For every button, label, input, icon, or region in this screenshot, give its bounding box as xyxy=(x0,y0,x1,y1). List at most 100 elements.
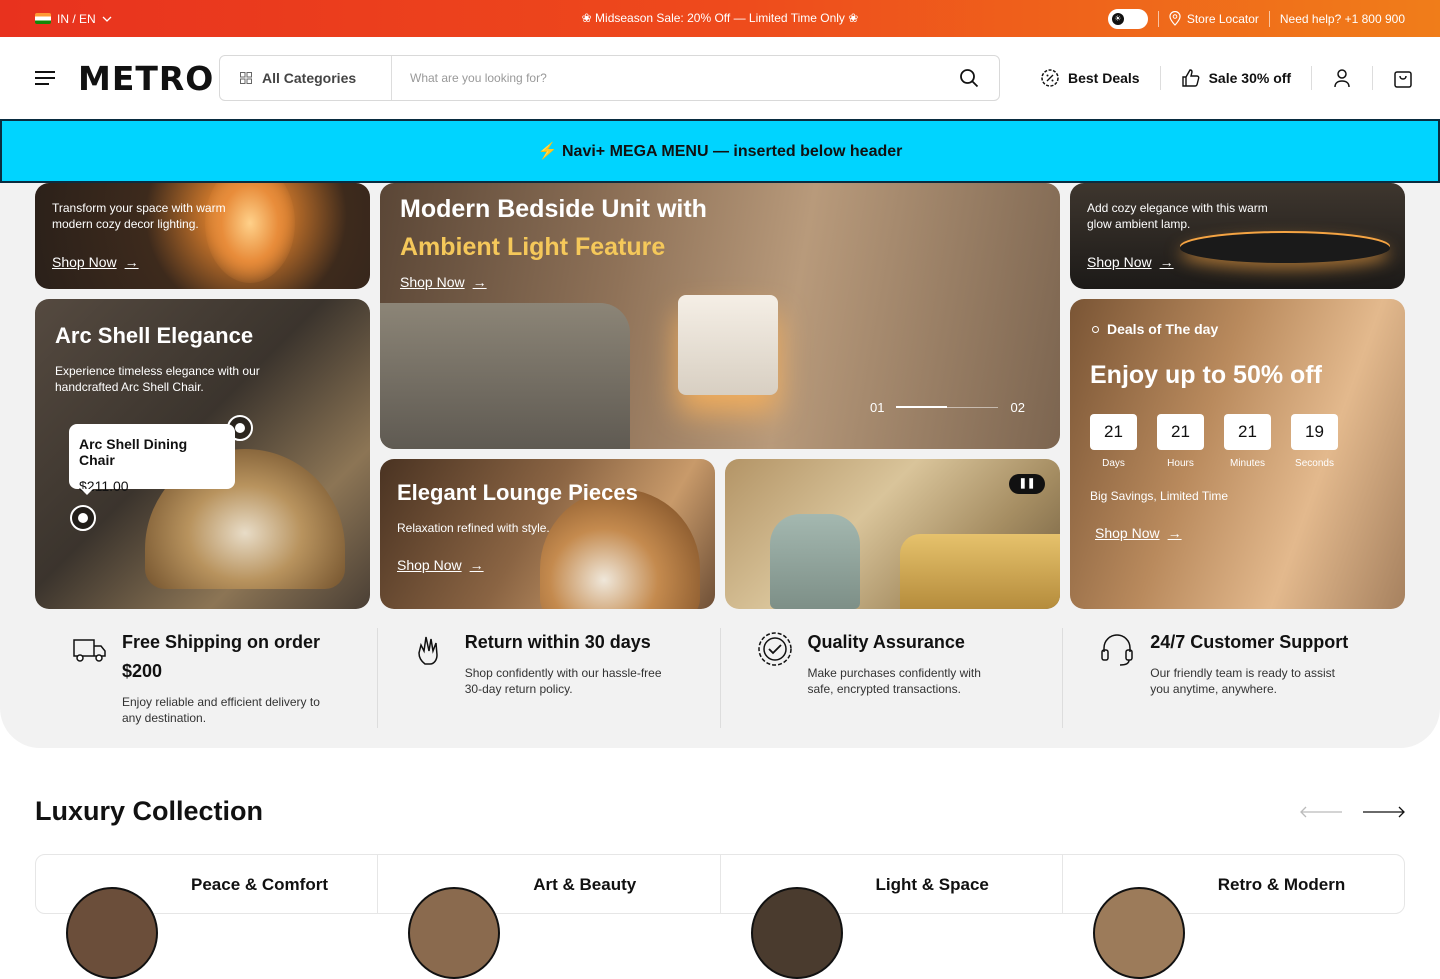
badge-percent-icon xyxy=(1041,69,1059,87)
best-deals-link[interactable]: Best Deals xyxy=(1040,68,1140,88)
hero-title-line2: Ambient Light Feature xyxy=(400,233,666,261)
store-locator-link[interactable]: Store Locator xyxy=(1169,11,1259,26)
collection-thumbnail xyxy=(408,887,501,979)
theme-toggle[interactable]: ☀ xyxy=(1107,8,1148,29)
bedside-unit-illustration xyxy=(678,295,778,395)
collection-item[interactable]: Light & Space xyxy=(721,855,1063,979)
mega-menu-banner[interactable]: ⚡ Navi+ MEGA MENU — inserted below heade… xyxy=(0,119,1440,183)
pager-total: 02 xyxy=(1010,400,1025,415)
hero-card-living-room-video[interactable]: ❚❚ xyxy=(725,459,1060,609)
check-badge-icon xyxy=(757,632,792,666)
ambient-lamp-illustration xyxy=(1180,233,1390,263)
section-title: Luxury Collection xyxy=(35,796,264,826)
arrow-right-icon[interactable] xyxy=(1363,806,1405,818)
shop-now-label: Shop Now xyxy=(1087,254,1152,270)
hero-card-ambient-lamp[interactable]: Add cozy elegance with this warm glow am… xyxy=(1070,183,1405,289)
shop-now-link[interactable]: Shop Now → xyxy=(52,254,139,270)
hero-title-line1: Modern Bedside Unit with xyxy=(400,195,707,223)
deals-subtitle: Big Savings, Limited Time xyxy=(1090,489,1229,503)
category-label: All Categories xyxy=(262,70,357,86)
search-icon xyxy=(960,69,979,88)
collection-item[interactable]: Retro & Modern xyxy=(1063,855,1404,979)
feature-title: 24/7 Customer Support xyxy=(1150,632,1349,652)
card-description: Experience timeless elegance with our ha… xyxy=(55,364,260,394)
top-announcement-bar: IN / EN ❀ Midseason Sale: 20% Off — Limi… xyxy=(0,0,1440,37)
countdown-label: Days xyxy=(1102,458,1125,469)
help-phone-link[interactable]: Need help? +1 800 900 xyxy=(1280,12,1405,26)
arrow-right-icon: → xyxy=(469,557,484,573)
feature-title: Quality Assurance xyxy=(807,632,965,652)
feature-description: Make purchases confidently with safe, en… xyxy=(807,666,981,696)
armchair-illustration xyxy=(770,514,860,609)
pager-progress xyxy=(896,406,999,408)
arrow-left-icon[interactable] xyxy=(1300,806,1342,818)
user-account-icon[interactable] xyxy=(1332,68,1352,88)
countdown-hours: 21 Hours xyxy=(1157,414,1204,469)
sale-label: Sale 30% off xyxy=(1208,70,1292,86)
collection-item[interactable]: Peace & Comfort xyxy=(36,855,379,979)
collection-name: Art & Beauty xyxy=(533,875,637,894)
features-row: Free Shipping on order $200 Enjoy reliabl… xyxy=(35,628,1405,728)
pause-button[interactable]: ❚❚ xyxy=(1009,474,1045,494)
feature-quality: Quality Assurance Make purchases confiden… xyxy=(721,628,1064,728)
collection-name: Retro & Modern xyxy=(1217,875,1346,894)
delivery-truck-icon xyxy=(73,639,106,662)
tooltip-product-name: Arc Shell Dining Chair xyxy=(79,436,188,468)
shop-now-link[interactable]: Shop Now → xyxy=(1095,525,1182,541)
slide-pager[interactable]: 01 02 xyxy=(870,400,1025,415)
countdown-days: 21 Days xyxy=(1090,414,1137,469)
shop-now-link[interactable]: Shop Now → xyxy=(397,557,484,573)
category-dropdown[interactable]: All Categories xyxy=(220,56,392,100)
hero-card-lighting[interactable]: Transform your space with warm modern co… xyxy=(35,183,370,289)
sale-link[interactable]: Sale 30% off xyxy=(1181,68,1291,88)
search-button[interactable] xyxy=(939,56,999,100)
hand-gesture-icon xyxy=(417,636,438,665)
hamburger-menu-icon[interactable] xyxy=(35,71,55,89)
countdown-seconds: 19 Seconds xyxy=(1291,414,1338,469)
countdown-label: Minutes xyxy=(1229,458,1265,469)
countdown-timer: 21 Days 21 Hours 21 Minutes 19 Seconds xyxy=(1090,414,1338,469)
arrow-right-icon: → xyxy=(1167,525,1182,541)
collection-item[interactable]: Art & Beauty xyxy=(378,855,721,979)
pause-icon: ❚❚ xyxy=(1018,478,1036,489)
pager-progress-fill xyxy=(896,406,948,408)
divider xyxy=(1372,66,1374,90)
countdown-label: Hours xyxy=(1167,458,1194,469)
deals-title: Enjoy up to 50% off xyxy=(1090,361,1322,389)
feature-free-shipping: Free Shipping on order $200 Enjoy reliabl… xyxy=(35,628,378,728)
shopping-bag-icon[interactable] xyxy=(1393,68,1413,88)
lamp-illustration xyxy=(205,183,295,283)
hero-card-bedside[interactable]: Modern Bedside Unit with Ambient Light F… xyxy=(380,183,1060,449)
site-logo[interactable]: METRO xyxy=(78,59,214,98)
card-description: Transform your space with warm modern co… xyxy=(52,201,226,231)
shop-now-link[interactable]: Shop Now → xyxy=(400,274,487,290)
countdown-minutes: 21 Minutes xyxy=(1224,414,1271,469)
card-description: Relaxation refined with style. xyxy=(397,521,550,535)
shop-now-label: Shop Now xyxy=(52,254,117,270)
collection-thumbnail xyxy=(66,887,158,979)
circle-icon xyxy=(1092,325,1099,333)
feature-description: Enjoy reliable and efficient delivery to… xyxy=(122,695,320,725)
shop-now-label: Shop Now xyxy=(397,557,462,573)
shop-now-link[interactable]: Shop Now → xyxy=(1087,254,1174,270)
hero-card-arc-shell[interactable]: Arc Shell Elegance Experience timeless e… xyxy=(35,299,370,609)
product-tooltip[interactable]: Arc Shell Dining Chair $211.00 xyxy=(69,424,235,495)
countdown-label: Seconds xyxy=(1295,458,1334,469)
search-input[interactable] xyxy=(392,56,939,100)
collection-list: Peace & Comfort Art & Beauty Light & Spa… xyxy=(35,854,1405,979)
hero-card-lounge[interactable]: Elegant Lounge Pieces Relaxation refined… xyxy=(380,459,715,609)
hero-card-deals-of-day[interactable]: Deals of The day Enjoy up to 50% off 21 D… xyxy=(1070,299,1405,609)
feature-returns: Return within 30 days Shop confidently wi… xyxy=(378,628,721,728)
feature-support: 24/7 Customer Support Our friendly team i… xyxy=(1063,628,1405,728)
feature-description: Shop confidently with our hassle-free 30… xyxy=(464,666,662,696)
shop-now-label: Shop Now xyxy=(1095,525,1160,541)
feature-title: Free Shipping on order $200 xyxy=(122,632,321,681)
product-hotspot-active[interactable] xyxy=(70,505,96,531)
store-locator-label: Store Locator xyxy=(1186,11,1259,26)
search-bar: All Categories xyxy=(219,55,1000,101)
card-title: Elegant Lounge Pieces xyxy=(397,480,638,505)
lounge-chair-illustration xyxy=(540,489,700,609)
countdown-value: 21 xyxy=(1157,414,1204,450)
grid-icon xyxy=(240,72,252,84)
divider xyxy=(1157,10,1159,27)
